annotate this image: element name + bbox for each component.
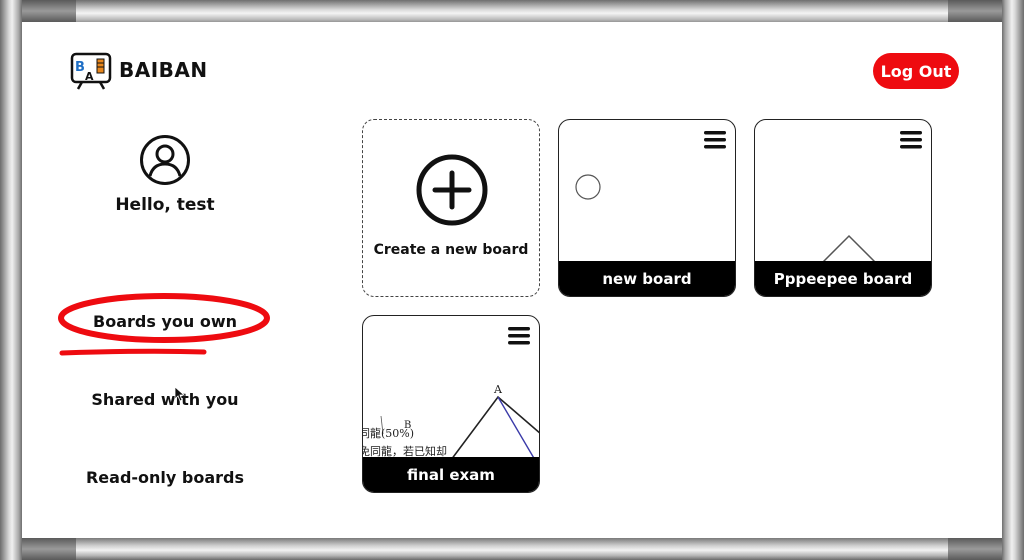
frame-left-rail [0, 0, 22, 560]
nav-read-only-boards[interactable]: Read-only boards [62, 468, 268, 487]
thumb-vertex-a: A [494, 383, 502, 396]
user-greeting: Hello, test [115, 195, 215, 215]
board-title: final exam [363, 457, 539, 492]
logout-button[interactable]: Log Out [873, 53, 959, 89]
frame-right-rail [1002, 0, 1024, 560]
frame-corner [948, 0, 1002, 22]
frame-bottom-rail [0, 538, 1024, 560]
mouse-pointer-icon [174, 386, 186, 402]
frame-corner [948, 538, 1002, 560]
thumb-text-line1: 同龍(50%) [362, 427, 415, 440]
frame-corner [22, 538, 76, 560]
brand-name: BAIBAN [119, 58, 208, 82]
frame-top-rail [0, 0, 1024, 24]
plus-circle-icon [416, 154, 488, 226]
board-card-pppeepee-board[interactable]: Pppeepee board [754, 119, 932, 297]
whiteboard-surface: B A BAIBAN Log Out Hello, test Boards yo… [22, 22, 1002, 538]
board-card-final-exam[interactable]: A B 同龍(50%) 免同龍，若已知却 final exam [362, 315, 540, 493]
menu-icon[interactable] [900, 131, 922, 149]
frame-corner [22, 0, 76, 22]
svg-text:A: A [85, 70, 94, 83]
board-title: new board [559, 261, 735, 296]
board-card-new-board[interactable]: new board [558, 119, 736, 297]
baiban-logo: B A [70, 52, 112, 90]
user-avatar-icon [140, 135, 190, 185]
create-board-label: Create a new board [373, 242, 529, 258]
logo-letter-b: B [75, 60, 85, 75]
nav-shared-with-you[interactable]: Shared with you [62, 390, 268, 409]
nav-boards-you-own[interactable]: Boards you own [62, 312, 268, 331]
board-title: Pppeepee board [755, 261, 931, 296]
menu-icon[interactable] [508, 327, 530, 345]
create-board-card[interactable]: Create a new board [362, 119, 540, 297]
menu-icon[interactable] [704, 131, 726, 149]
